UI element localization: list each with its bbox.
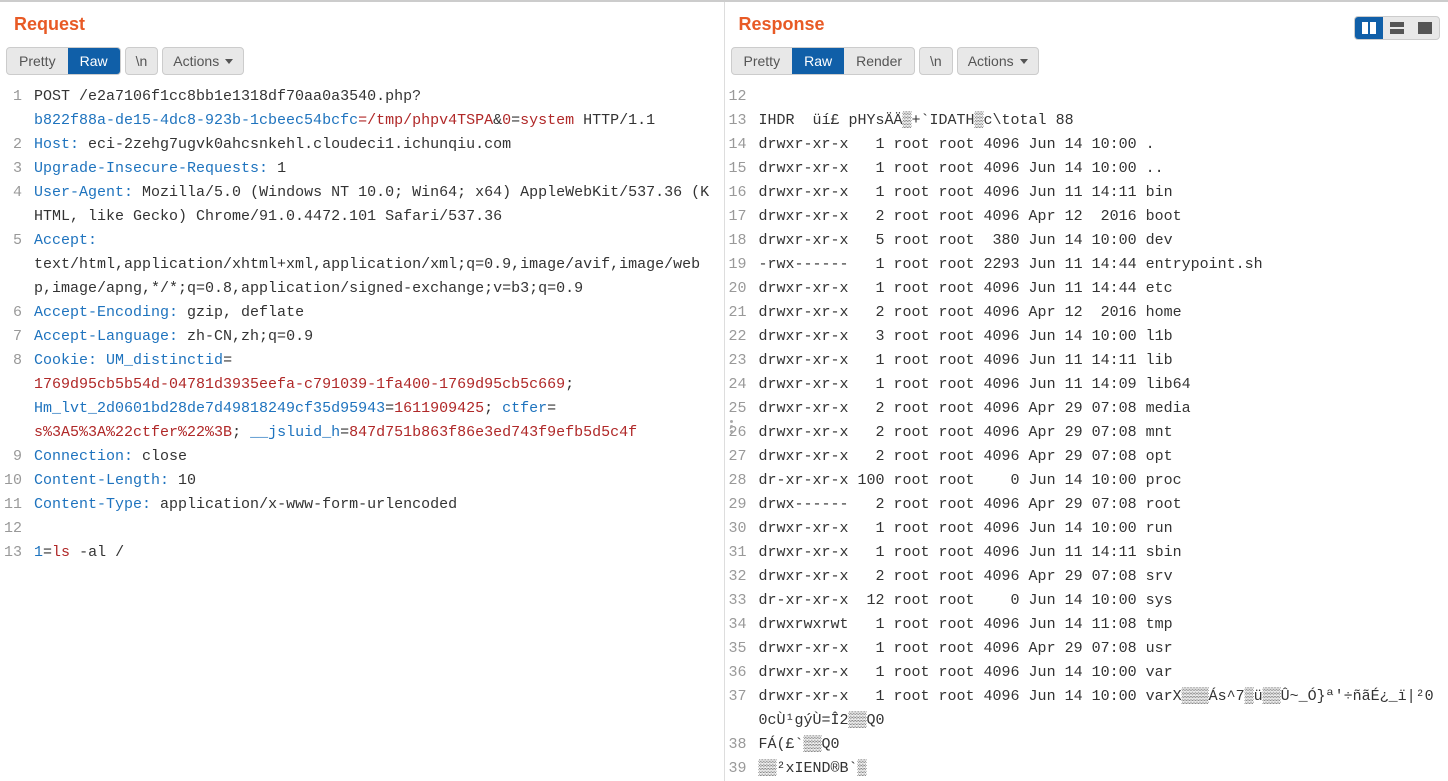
request-tab-pretty[interactable]: Pretty xyxy=(7,48,68,74)
response-line: ▒▒²xIEND®B`▒ xyxy=(759,757,1442,781)
response-line: drwxr-xr-x 2 root root 4096 Apr 29 07:08… xyxy=(759,421,1442,445)
request-line: Accept-Language: zh-CN,zh;q=0.9 xyxy=(34,325,717,349)
request-actions-label: Actions xyxy=(173,53,219,69)
request-header: Request xyxy=(0,2,724,43)
chevron-down-icon xyxy=(1020,59,1028,64)
request-line: Accept: text/html,application/xhtml+xml,… xyxy=(34,229,717,301)
request-line: Connection: close xyxy=(34,445,717,469)
request-line xyxy=(34,517,717,541)
request-line: Host: eci-2zehg7ugvk0ahcsnkehl.cloudeci1… xyxy=(34,133,717,157)
request-line: Content-Type: application/x-www-form-url… xyxy=(34,493,717,517)
response-line: -rwx------ 1 root root 2293 Jun 11 14:44… xyxy=(759,253,1442,277)
request-line: POST /e2a7106f1cc8bb1e1318df70aa0a3540.p… xyxy=(34,85,717,133)
request-title: Request xyxy=(14,14,85,34)
request-editor[interactable]: 12345678910111213 POST /e2a7106f1cc8bb1e… xyxy=(0,83,724,781)
request-newline-toggle[interactable]: \n xyxy=(125,47,159,75)
response-line: drwxr-xr-x 1 root root 4096 Jun 11 14:44… xyxy=(759,277,1442,301)
request-line: Content-Length: 10 xyxy=(34,469,717,493)
response-line: drwxr-xr-x 2 root root 4096 Apr 12 2016 … xyxy=(759,205,1442,229)
response-line: IHDR üí£ pHYsÄÄ▒+`IDATH▒c\total 88 xyxy=(759,109,1442,133)
request-actions-dropdown[interactable]: Actions xyxy=(162,47,244,75)
response-viewer[interactable]: 1213141516171819202122232425262728293031… xyxy=(725,83,1448,781)
response-newline-toggle[interactable]: \n xyxy=(919,47,953,75)
response-line xyxy=(759,85,1442,109)
response-line: drwxr-xr-x 5 root root 380 Jun 14 10:00 … xyxy=(759,229,1442,253)
response-line: drwx------ 2 root root 4096 Apr 29 07:08… xyxy=(759,493,1442,517)
response-line: drwxr-xr-x 1 root root 4096 Jun 11 14:11… xyxy=(759,349,1442,373)
response-line: drwxr-xr-x 1 root root 4096 Jun 11 14:11… xyxy=(759,181,1442,205)
layout-columns-button[interactable] xyxy=(1355,17,1383,39)
response-line: drwxr-xr-x 2 root root 4096 Apr 12 2016 … xyxy=(759,301,1442,325)
response-line: dr-xr-xr-x 100 root root 0 Jun 14 10:00 … xyxy=(759,469,1442,493)
response-title: Response xyxy=(739,14,825,34)
response-tab-render[interactable]: Render xyxy=(844,48,914,74)
response-line: drwxrwxrwt 1 root root 4096 Jun 14 11:08… xyxy=(759,613,1442,637)
request-line: Accept-Encoding: gzip, deflate xyxy=(34,301,717,325)
request-line: 1=ls -al / xyxy=(34,541,717,565)
response-actions-label: Actions xyxy=(968,53,1014,69)
request-line: User-Agent: Mozilla/5.0 (Windows NT 10.0… xyxy=(34,181,717,229)
response-line: drwxr-xr-x 3 root root 4096 Jun 14 10:00… xyxy=(759,325,1442,349)
response-line: drwxr-xr-x 1 root root 4096 Apr 29 07:08… xyxy=(759,637,1442,661)
response-line: drwxr-xr-x 1 root root 4096 Jun 14 10:00… xyxy=(759,133,1442,157)
request-tab-raw[interactable]: Raw xyxy=(68,48,120,74)
response-line: drwxr-xr-x 1 root root 4096 Jun 14 10:00… xyxy=(759,157,1442,181)
request-line: Cookie: UM_distinctid=1769d95cb5b54d-047… xyxy=(34,349,717,445)
response-line: drwxr-xr-x 2 root root 4096 Apr 29 07:08… xyxy=(759,445,1442,469)
response-line: dr-xr-xr-x 12 root root 0 Jun 14 10:00 s… xyxy=(759,589,1442,613)
response-actions-dropdown[interactable]: Actions xyxy=(957,47,1039,75)
layout-toggle-group xyxy=(1354,8,1448,40)
response-line: drwxr-xr-x 1 root root 4096 Jun 11 14:09… xyxy=(759,373,1442,397)
layout-rows-button[interactable] xyxy=(1383,17,1411,39)
request-line: Upgrade-Insecure-Requests: 1 xyxy=(34,157,717,181)
response-line: drwxr-xr-x 2 root root 4096 Apr 29 07:08… xyxy=(759,397,1442,421)
response-header: Response xyxy=(725,2,1448,43)
response-line: FÁ(£`▒▒Q0 xyxy=(759,733,1442,757)
panel-resize-handle[interactable] xyxy=(730,420,733,433)
response-line: drwxr-xr-x 1 root root 4096 Jun 14 10:00… xyxy=(759,517,1442,541)
chevron-down-icon xyxy=(225,59,233,64)
response-toolbar: Pretty Raw Render \n Actions xyxy=(725,43,1448,83)
request-panel: Request Pretty Raw \n Actions 1234567891… xyxy=(0,2,725,781)
response-line: drwxr-xr-x 1 root root 4096 Jun 14 10:00… xyxy=(759,661,1442,685)
response-tab-raw[interactable]: Raw xyxy=(792,48,844,74)
response-line: drwxr-xr-x 2 root root 4096 Apr 29 07:08… xyxy=(759,565,1442,589)
response-line: drwxr-xr-x 1 root root 4096 Jun 14 10:00… xyxy=(759,685,1442,733)
layout-single-button[interactable] xyxy=(1411,17,1439,39)
response-view-tabs: Pretty Raw Render xyxy=(731,47,916,75)
response-line: drwxr-xr-x 1 root root 4096 Jun 11 14:11… xyxy=(759,541,1442,565)
response-panel: Response Pretty Raw Render \n Actions 12… xyxy=(725,2,1448,781)
request-view-tabs: Pretty Raw xyxy=(6,47,121,75)
response-tab-pretty[interactable]: Pretty xyxy=(732,48,793,74)
request-toolbar: Pretty Raw \n Actions xyxy=(0,43,724,83)
